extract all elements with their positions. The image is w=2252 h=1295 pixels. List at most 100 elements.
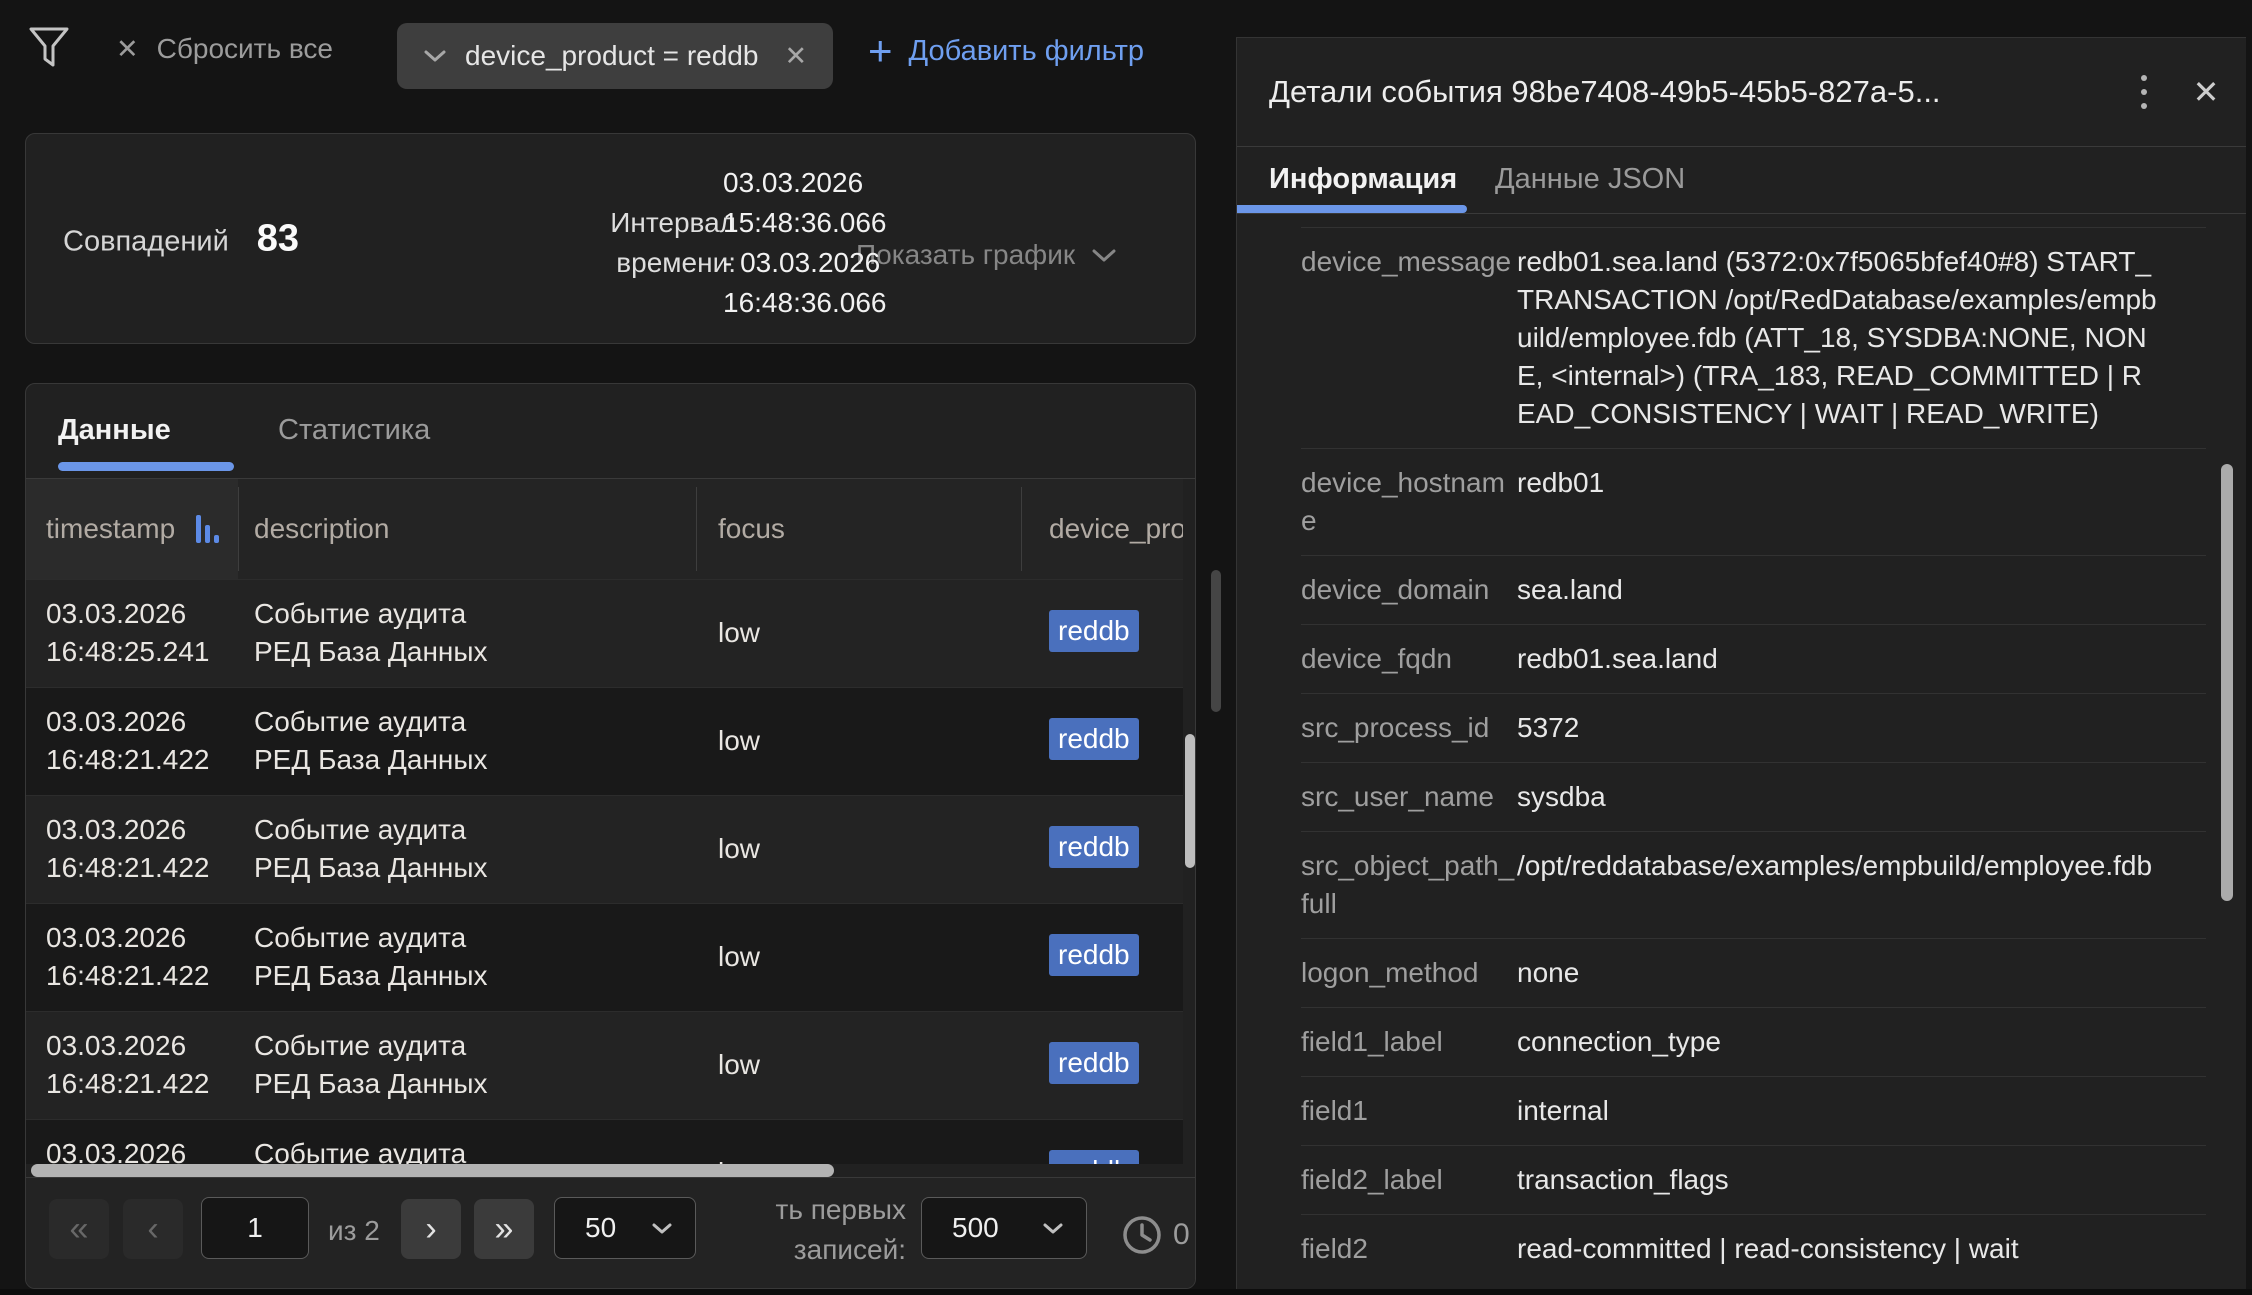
field-key: device_hostname [1301,464,1517,540]
filter-chip[interactable]: device_product = reddb ✕ [397,23,833,89]
field-value: read-committed | read-consistency | wait [1517,1230,2157,1268]
focus-cell: low [718,722,760,760]
product-value-highlight: reddb [1049,934,1139,976]
field-key: field1 [1301,1092,1517,1130]
tab-information[interactable]: Информация [1269,146,1457,213]
horizontal-scrollbar-thumb[interactable] [31,1164,834,1177]
add-filter-label: Добавить фильтр [909,35,1144,68]
previous-page-button[interactable]: ‹ [123,1199,183,1259]
focus-cell: low [718,938,760,976]
table-row[interactable]: 03.03.202616:48:21.422 Событие аудитаРЕД… [26,1011,1183,1119]
column-divider [238,487,239,571]
field-row[interactable]: device_domain sea.land [1301,555,2206,624]
field-key: src_object_path_full [1301,847,1517,923]
field-key: src_user_name [1301,778,1517,816]
page-count-label: из 2 [328,1215,380,1247]
focus-cell: low [718,1154,760,1164]
field-value: redb01.sea.land [1517,640,2157,678]
show-first-records-label: ть первых записей: [716,1190,906,1270]
timestamp-cell: 03.03.202616:48:21.422 [46,703,210,779]
active-tab-underline [58,462,234,471]
product-value-highlight: reddb [1049,826,1139,868]
page-size-select[interactable]: 50 [554,1197,696,1259]
description-cell: Событие аудитаРЕД База Данных [254,811,488,887]
product-value-highlight: reddb [1049,610,1139,652]
interval-label: Интервалвремени: [506,203,736,283]
field-row[interactable]: field1 internal [1301,1076,2206,1145]
table-row[interactable]: 03.03.202616:48:25.241 Событие аудитаРЕД… [26,579,1183,687]
tab-data[interactable]: Данные [58,384,171,477]
description-cell: Событие аудита [254,1135,466,1164]
plus-icon: + [868,30,893,72]
table-row[interactable]: 03.03.202616:48:21.422 Событие аудитаРЕД… [26,903,1183,1011]
field-value: transaction_flags [1517,1161,2157,1199]
show-chart-toggle[interactable]: Показать график [856,239,1117,271]
column-divider [1021,487,1022,571]
page-number-input[interactable] [201,1197,309,1259]
field-row[interactable]: device_message redb01.sea.land (5372:0x7… [1301,227,2206,448]
table-row[interactable]: 03.03.202616:48:21.422 Событие аудитаРЕД… [26,687,1183,795]
table-row[interactable]: 03.03.202616:48:21.422 Событие аудитаРЕД… [26,795,1183,903]
column-header-focus[interactable]: focus [718,479,785,579]
record-limit-select[interactable]: 500 [921,1197,1087,1259]
tab-statistics[interactable]: Статистика [278,384,430,477]
sort-descending-icon[interactable] [196,515,219,543]
filter-chip-label: device_product = reddb [465,40,758,72]
field-row[interactable]: device_hostname redb01 [1301,448,2206,555]
product-value-highlight: reddb [1049,718,1139,760]
column-header-timestamp[interactable]: timestamp [46,479,175,579]
field-row[interactable]: src_process_id 5372 [1301,693,2206,762]
matches-label: Совпадений [63,225,229,258]
interval-values: 03.03.202615:48:36.066- 03.03.202616:48:… [723,163,887,323]
focus-cell: low [718,830,760,868]
interval-label-line: времени: [506,243,736,283]
chevron-down-icon [1091,248,1117,263]
chevron-down-icon [651,1222,673,1235]
reset-all-filters-button[interactable]: ✕ Сбросить все [116,33,333,65]
field-row[interactable]: field2 read-committed | read-consistency… [1301,1214,2206,1283]
field-row[interactable]: src_object_path_full /opt/reddatabase/ex… [1301,831,2206,938]
field-value: sea.land [1517,571,2157,609]
field-row[interactable]: device_fqdn redb01.sea.land [1301,624,2206,693]
next-page-button[interactable]: › [401,1199,461,1259]
first-page-button[interactable]: « [49,1199,109,1259]
matches-counter: Совпадений 83 [63,217,299,260]
results-tabs: Данные Статистика [26,384,1195,479]
field-row[interactable]: field1_label connection_type [1301,1007,2206,1076]
remove-filter-icon[interactable]: ✕ [784,43,807,70]
tab-json-data[interactable]: Данные JSON [1495,146,1685,213]
device-product-cell: reddb [1049,718,1139,760]
field-key: device_message [1301,243,1517,433]
close-icon[interactable]: ✕ [2182,68,2230,116]
show-chart-label: Показать график [856,239,1075,271]
column-header-description[interactable]: description [254,479,389,579]
summary-panel: Совпадений 83 Интервалвремени: Показать … [25,133,1196,344]
description-cell: Событие аудитаРЕД База Данных [254,1027,488,1103]
focus-cell: low [718,614,760,652]
field-key: field2 [1301,1230,1517,1268]
clock-icon [1121,1214,1163,1256]
column-header-device-product[interactable]: device_pro [1049,479,1183,579]
description-cell: Событие аудитаРЕД База Данных [254,919,488,995]
field-row[interactable]: logon_method none [1301,938,2206,1007]
page-scrollbar-thumb[interactable] [1211,570,1221,712]
matches-value: 83 [257,217,299,260]
more-actions-icon[interactable] [2122,70,2166,114]
add-filter-button[interactable]: + Добавить фильтр [868,30,1144,72]
focus-cell: low [718,1046,760,1084]
table-scrollbar-thumb[interactable] [1185,734,1195,868]
event-fields-list: device_message redb01.sea.land (5372:0x7… [1301,214,2206,1295]
description-cell: Событие аудитаРЕД База Данных [254,703,488,779]
field-row[interactable]: field2_label transaction_flags [1301,1145,2206,1214]
table-row[interactable]: 03.03.2026 Событие аудита low reddb [26,1119,1183,1164]
drawer-scrollbar-thumb[interactable] [2221,464,2233,901]
results-panel: Данные Статистика timestamp description … [25,383,1196,1289]
field-row[interactable]: src_user_name sysdba [1301,762,2206,831]
chevron-down-icon [1042,1222,1064,1235]
last-page-button[interactable]: » [474,1199,534,1259]
elapsed-time-value: 0 [1173,1218,1190,1252]
field-key: logon_method [1301,954,1517,992]
drawer-title: Детали события 98be7408-49b5-45b5-827a-5… [1269,38,1941,146]
timestamp-cell: 03.03.202616:48:21.422 [46,919,210,995]
event-details-drawer: Детали события 98be7408-49b5-45b5-827a-5… [1236,37,2246,1295]
